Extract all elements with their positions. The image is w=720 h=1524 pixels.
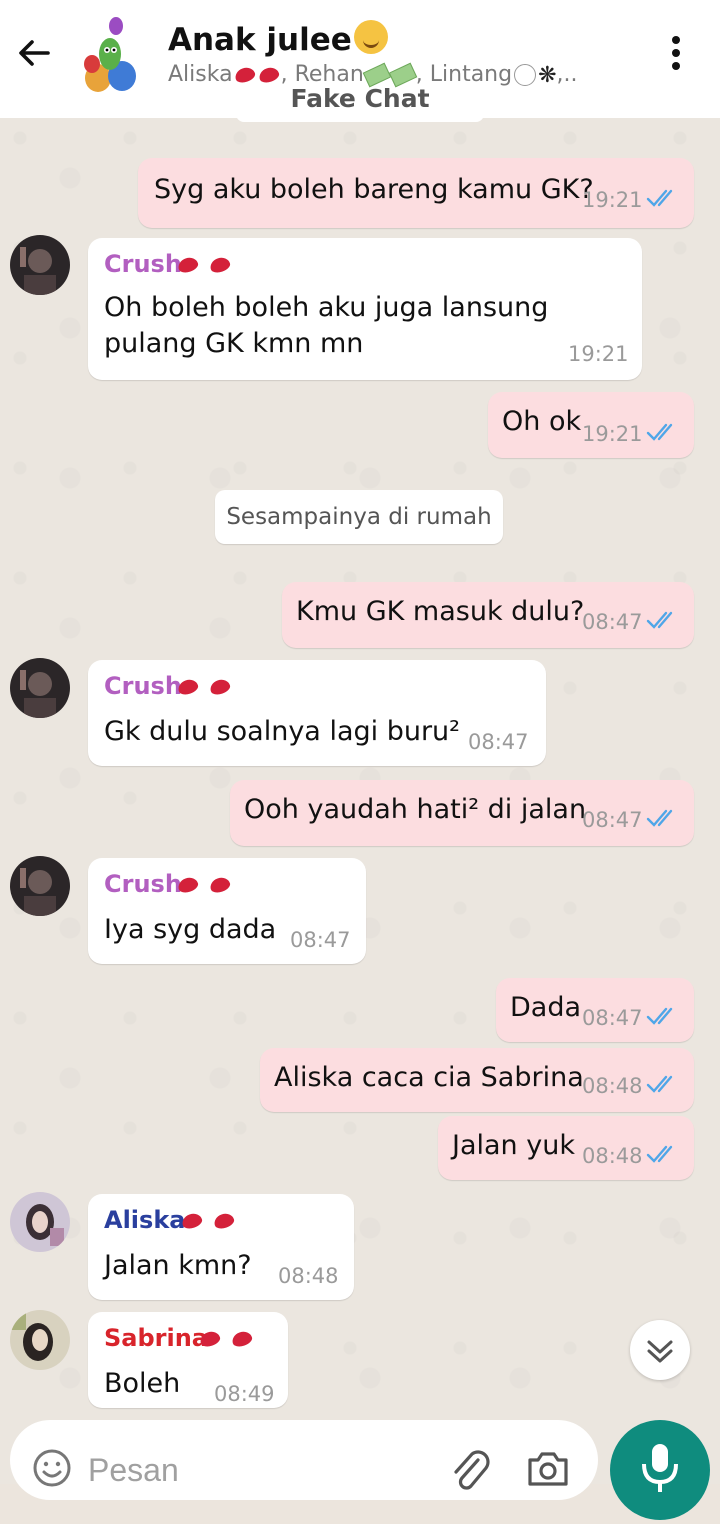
camera-icon[interactable] — [526, 1448, 570, 1488]
message-text: Dada — [510, 992, 582, 1023]
message-outgoing[interactable]: Kmu GK masuk dulu? 08:47 — [282, 582, 694, 648]
message-time: 08:47 — [582, 808, 643, 832]
message-time: 08:48 — [278, 1264, 339, 1288]
watermark: Fake Chat — [290, 84, 430, 113]
read-ticks-icon — [646, 611, 673, 629]
sender-name: Crush — [104, 250, 182, 278]
message-text-line2: pulang GK kmn mn — [104, 328, 364, 359]
scroll-to-bottom-button[interactable] — [630, 1320, 690, 1380]
message-text: Jalan kmn? — [104, 1250, 252, 1281]
message-text: Aliska caca cia Sabrina — [274, 1062, 584, 1093]
kiss-mark-icon — [208, 255, 232, 275]
kiss-mark-icon — [230, 1329, 254, 1349]
message-input[interactable] — [88, 1448, 388, 1492]
message-time: 19:21 — [568, 342, 629, 366]
sender-name: Crush — [104, 870, 182, 898]
message-text: Ooh yaudah hati² di jalan — [244, 794, 587, 825]
message-time: 08:47 — [582, 610, 643, 634]
message-composer — [10, 1420, 598, 1500]
message-text: Syg aku boleh bareng kamu GK? — [154, 174, 594, 205]
message-text: Kmu GK masuk dulu? — [296, 596, 585, 627]
message-time: 08:47 — [468, 730, 529, 754]
read-ticks-icon — [646, 1007, 673, 1025]
kiss-mark-icon — [212, 1211, 236, 1231]
message-text: Oh boleh boleh aku juga lansung — [104, 292, 549, 323]
group-title[interactable]: Anak julee — [168, 20, 388, 58]
message-outgoing[interactable]: Ooh yaudah hati² di jalan 08:47 — [230, 780, 694, 846]
message-text: Gk dulu soalnya lagi buru² — [104, 716, 460, 747]
shushing-face-emoji-icon — [353, 20, 388, 54]
read-ticks-icon — [646, 1145, 673, 1163]
kiss-mark-icon — [256, 65, 281, 85]
message-outgoing[interactable]: Aliska caca cia Sabrina 08:48 — [260, 1048, 694, 1112]
message-time: 19:21 — [582, 188, 643, 212]
message-time: 08:47 — [290, 928, 351, 952]
message-time: 08:47 — [582, 1006, 643, 1030]
kiss-mark-icon — [208, 875, 232, 895]
read-ticks-icon — [646, 1075, 673, 1093]
read-ticks-icon — [646, 189, 673, 207]
message-incoming[interactable]: Crush Gk dulu soalnya lagi buru² 08:47 — [88, 660, 546, 766]
message-time: 19:21 — [582, 422, 643, 446]
message-outgoing[interactable]: Oh ok 19:21 — [488, 392, 694, 458]
microphone-icon — [642, 1444, 678, 1492]
emoji-icon[interactable] — [32, 1448, 72, 1488]
paperclip-icon[interactable] — [448, 1444, 492, 1494]
spider-web-icon — [514, 64, 537, 86]
mic-button[interactable] — [610, 1420, 710, 1520]
back-arrow-icon[interactable] — [14, 33, 54, 73]
double-chevron-down-icon — [647, 1340, 673, 1363]
message-text: Oh ok — [502, 406, 582, 437]
message-text: Jalan yuk — [452, 1130, 575, 1161]
message-time: 08:49 — [214, 1382, 275, 1406]
avatar-crush[interactable] — [10, 856, 70, 916]
message-time: 08:48 — [582, 1144, 643, 1168]
message-outgoing[interactable]: Dada 08:47 — [496, 978, 694, 1042]
date-separator: Sesampainya di rumah — [215, 490, 503, 544]
kiss-mark-icon — [232, 65, 257, 85]
message-text: Boleh — [104, 1368, 181, 1399]
message-outgoing[interactable]: Syg aku boleh bareng kamu GK? 19:21 — [138, 158, 694, 228]
message-outgoing[interactable]: Jalan yuk 08:48 — [438, 1116, 694, 1180]
avatar-sabrina[interactable] — [10, 1310, 70, 1370]
read-ticks-icon — [646, 423, 673, 441]
more-options-icon[interactable] — [668, 36, 684, 76]
avatar-crush[interactable] — [10, 235, 70, 295]
message-text: Iya syg dada — [104, 914, 277, 945]
sender-name: Crush — [104, 672, 182, 700]
avatar-crush[interactable] — [10, 658, 70, 718]
read-ticks-icon — [646, 809, 673, 827]
message-time: 08:48 — [582, 1074, 643, 1098]
message-incoming[interactable]: Aliska Jalan kmn? 08:48 — [88, 1194, 354, 1300]
sender-name: Sabrina — [104, 1324, 209, 1352]
message-incoming[interactable]: Crush Iya syg dada 08:47 — [88, 858, 366, 964]
message-incoming[interactable]: Sabrina Boleh 08:49 — [88, 1312, 288, 1408]
sender-name: Aliska — [104, 1206, 186, 1234]
group-title-text: Anak julee — [168, 22, 352, 58]
kiss-mark-icon — [208, 677, 232, 697]
avatar-aliska[interactable] — [10, 1192, 70, 1252]
message-incoming[interactable]: Crush Oh boleh boleh aku juga lansung pu… — [88, 238, 642, 380]
